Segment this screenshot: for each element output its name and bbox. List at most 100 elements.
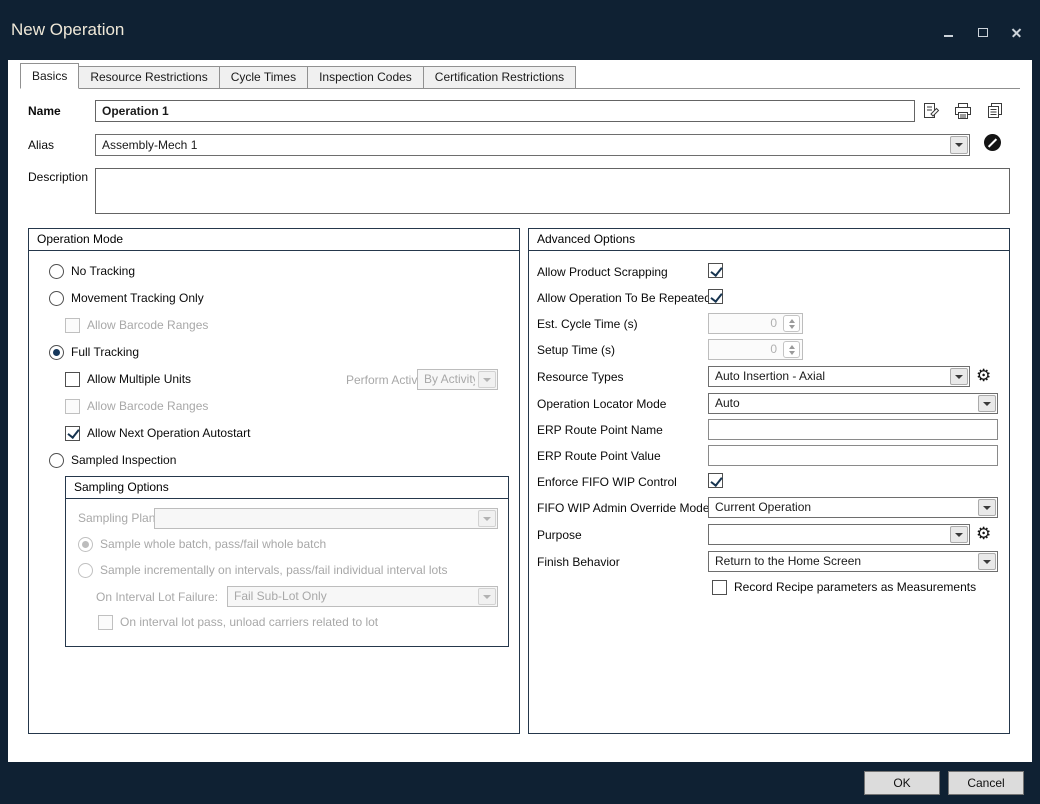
checkbox-label: Allow Barcode Ranges: [87, 318, 208, 332]
finish-behavior-combobox[interactable]: Return to the Home Screen: [708, 551, 998, 572]
interval-lot-failure-value: Fail Sub-Lot Only: [234, 587, 475, 606]
fifo-override-label: FIFO WIP Admin Override Mode: [537, 501, 710, 515]
enforce-fifo-label: Enforce FIFO WIP Control: [537, 475, 677, 489]
checkbox-next-operation-autostart[interactable]: Allow Next Operation Autostart: [65, 425, 250, 441]
radio-icon: [78, 537, 93, 552]
finish-behavior-label: Finish Behavior: [537, 555, 620, 569]
erp-route-point-value-label: ERP Route Point Value: [537, 449, 661, 463]
checkbox-allow-operation-repeated[interactable]: [708, 289, 723, 304]
chevron-down-icon: [978, 395, 996, 412]
footer-bar: OK Cancel: [0, 762, 1040, 804]
sampling-options-title: Sampling Options: [66, 477, 508, 499]
maximize-icon[interactable]: [976, 26, 990, 40]
cancel-button[interactable]: Cancel: [948, 771, 1024, 795]
interval-lot-failure-combobox: Fail Sub-Lot Only: [227, 586, 498, 607]
allow-product-scrapping-label: Allow Product Scrapping: [537, 265, 668, 279]
est-cycle-time-spinner: 0: [708, 313, 803, 334]
name-input[interactable]: Operation 1: [95, 100, 915, 122]
minimize-icon[interactable]: [942, 26, 956, 40]
radio-movement-tracking[interactable]: Movement Tracking Only: [49, 290, 204, 306]
setup-time-label: Setup Time (s): [537, 343, 615, 357]
fifo-override-combobox[interactable]: Current Operation: [708, 497, 998, 518]
radio-icon: [49, 291, 64, 306]
chevron-down-icon: [978, 553, 996, 570]
radio-full-tracking[interactable]: Full Tracking: [49, 344, 139, 360]
radio-icon: [49, 264, 64, 279]
allow-operation-repeated-label: Allow Operation To Be Repeated: [537, 291, 711, 305]
alias-combobox[interactable]: Assembly-Mech 1: [95, 134, 970, 156]
radio-label: Sample whole batch, pass/fail whole batc…: [100, 537, 326, 551]
radio-icon: [49, 453, 64, 468]
alias-label: Alias: [28, 138, 54, 152]
operation-locator-combobox[interactable]: Auto: [708, 393, 998, 414]
new-operation-dialog: New Operation Basics Resource Restrictio…: [0, 0, 1040, 804]
ok-button[interactable]: OK: [864, 771, 940, 795]
checkbox-icon: [65, 399, 80, 414]
tab-resource-restrictions[interactable]: Resource Restrictions: [78, 66, 219, 88]
tab-cycle-times[interactable]: Cycle Times: [219, 66, 308, 88]
chevron-down-icon: [950, 526, 968, 543]
window-title: New Operation: [11, 20, 124, 40]
erp-route-point-name-label: ERP Route Point Name: [537, 423, 663, 437]
resource-types-combobox[interactable]: Auto Insertion - Axial: [708, 366, 970, 387]
purpose-gear-icon[interactable]: ⚙: [976, 525, 991, 542]
checkbox-allow-multiple-units[interactable]: Allow Multiple Units: [65, 371, 191, 387]
sampling-plan-label: Sampling Plan: [78, 511, 155, 525]
tab-certification-restrictions[interactable]: Certification Restrictions: [423, 66, 576, 88]
radio-no-tracking[interactable]: No Tracking: [49, 263, 135, 279]
operation-mode-title: Operation Mode: [29, 229, 519, 251]
clear-alias-icon[interactable]: [984, 134, 1001, 151]
chevron-down-icon: [950, 136, 968, 154]
radio-icon: [49, 345, 64, 360]
edit-document-icon[interactable]: [920, 100, 942, 122]
checkbox-label: Allow Multiple Units: [87, 372, 191, 386]
checkbox-barcode-ranges-full: Allow Barcode Ranges: [65, 398, 208, 414]
checkbox-icon: [98, 615, 113, 630]
erp-route-point-name-input[interactable]: [708, 419, 998, 440]
interval-lot-failure-label: On Interval Lot Failure:: [96, 590, 218, 604]
radio-sampled-inspection[interactable]: Sampled Inspection: [49, 452, 176, 468]
chevron-down-icon: [478, 510, 496, 527]
radio-label: Movement Tracking Only: [71, 291, 204, 305]
fifo-override-value: Current Operation: [715, 498, 975, 517]
setup-time-spinner: 0: [708, 339, 803, 360]
chevron-down-icon: [950, 368, 968, 385]
operation-mode-groupbox: Operation Mode No Tracking Movement Trac…: [28, 228, 520, 734]
resource-types-gear-icon[interactable]: ⚙: [976, 367, 991, 384]
checkbox-icon: [65, 318, 80, 333]
advanced-options-groupbox: Advanced Options Allow Product Scrapping…: [528, 228, 1010, 734]
checkbox-label: Allow Barcode Ranges: [87, 399, 208, 413]
checkbox-allow-product-scrapping[interactable]: [708, 263, 723, 278]
erp-route-point-value-input[interactable]: [708, 445, 998, 466]
printer-icon[interactable]: [952, 100, 974, 122]
est-cycle-time-label: Est. Cycle Time (s): [537, 317, 638, 331]
printer-copy-icon[interactable]: [984, 100, 1006, 122]
checkbox-enforce-fifo[interactable]: [708, 473, 723, 488]
tab-inspection-codes[interactable]: Inspection Codes: [307, 66, 424, 88]
radio-label: Sampled Inspection: [71, 453, 176, 467]
tab-basics[interactable]: Basics: [20, 63, 79, 89]
window-controls: [942, 26, 1024, 40]
perform-activities-value: By Activity: [424, 370, 475, 389]
checkbox-barcode-ranges-movement: Allow Barcode Ranges: [65, 317, 208, 333]
radio-label: No Tracking: [71, 264, 135, 278]
finish-behavior-value: Return to the Home Screen: [715, 552, 975, 571]
alias-value: Assembly-Mech 1: [102, 135, 947, 155]
maximize-glyph: [978, 28, 988, 37]
advanced-options-title: Advanced Options: [529, 229, 1009, 251]
description-textarea[interactable]: [95, 168, 1010, 214]
purpose-combobox[interactable]: [708, 524, 970, 545]
close-icon[interactable]: [1010, 26, 1024, 40]
radio-label: Full Tracking: [71, 345, 139, 359]
spinner-arrows-icon: [783, 341, 800, 358]
minimize-glyph: [944, 35, 953, 37]
perform-activities-combobox: By Activity: [417, 369, 498, 390]
checkbox-label: Allow Next Operation Autostart: [87, 426, 250, 440]
checkbox-record-recipe[interactable]: Record Recipe parameters as Measurements: [712, 579, 976, 595]
checkbox-icon: [65, 426, 80, 441]
est-cycle-time-value: 0: [770, 314, 777, 333]
chevron-down-icon: [478, 588, 496, 605]
setup-time-value: 0: [770, 340, 777, 359]
radio-icon: [78, 563, 93, 578]
sampling-options-groupbox: Sampling Options Sampling Plan Sample wh…: [65, 476, 509, 647]
